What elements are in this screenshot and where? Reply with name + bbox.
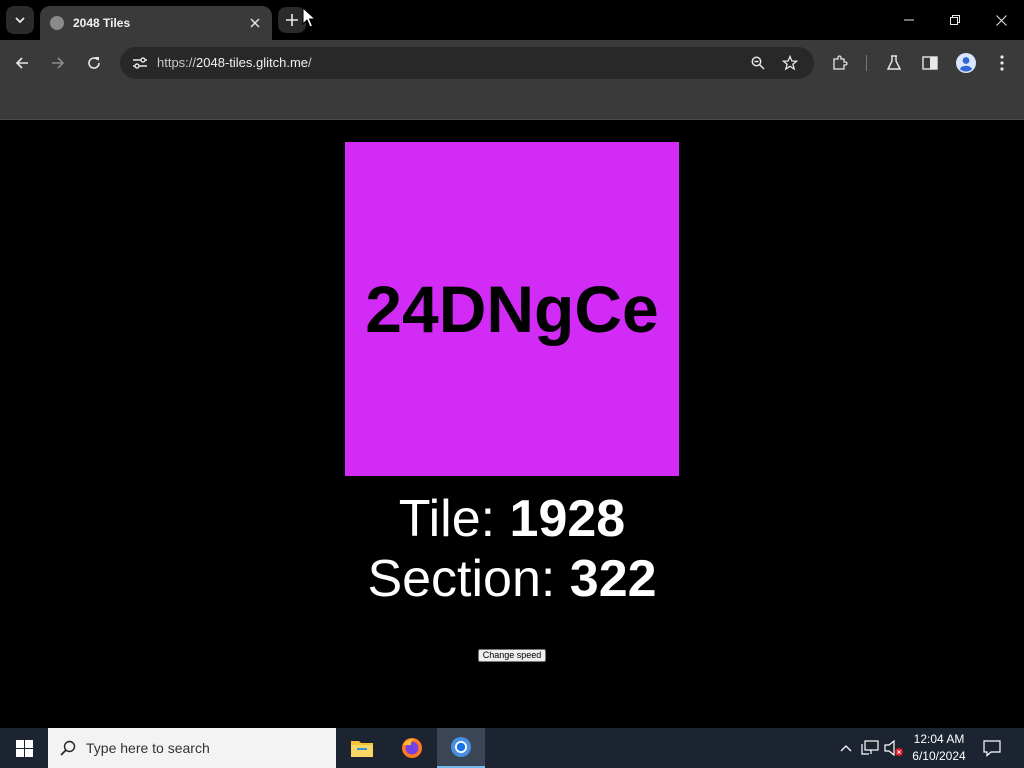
bookmark-star-button[interactable] — [778, 51, 802, 75]
plus-icon — [286, 14, 298, 26]
forward-icon — [52, 57, 65, 69]
site-info-button[interactable] — [128, 51, 152, 75]
forward-button[interactable] — [44, 49, 72, 77]
taskbar-clock[interactable]: 12:04 AM 6/10/2024 — [904, 731, 974, 765]
more-icon — [1000, 55, 1004, 71]
url-scheme: https:// — [157, 55, 197, 70]
tile-card: 24DNgCe — [345, 142, 679, 476]
side-panel-icon — [922, 56, 938, 70]
zoom-icon — [751, 56, 765, 70]
tab-title: 2048 Tiles — [73, 16, 131, 30]
tile-text: 24DNgCe — [365, 272, 659, 346]
window-close-icon — [995, 14, 1007, 26]
page-viewport: 24DNgCe Tile: 1928 Section: 322 Change s… — [0, 121, 1024, 728]
tray-overflow-button[interactable] — [836, 738, 856, 758]
clock-time: 12:04 AM — [913, 732, 965, 746]
zoom-button[interactable] — [746, 51, 770, 75]
back-icon — [15, 57, 28, 69]
notification-icon — [983, 740, 1001, 757]
close-icon — [250, 18, 260, 28]
address-bar[interactable]: https://2048-tiles.glitch.me/ — [120, 47, 814, 79]
reload-icon — [88, 57, 100, 69]
browser-toolbar: https://2048-tiles.glitch.me/ — [0, 40, 1024, 86]
toolbar-divider — [866, 55, 867, 71]
section-number-line: Section: 322 — [0, 549, 1024, 609]
url-text: https://2048-tiles.glitch.me/ — [157, 55, 312, 70]
volume-button[interactable] — [884, 738, 904, 758]
minimize-icon — [904, 19, 914, 21]
tab-search-button[interactable] — [6, 6, 34, 34]
taskbar-chrome[interactable] — [437, 728, 485, 768]
star-icon — [782, 55, 798, 71]
globe-icon — [50, 16, 64, 30]
mouse-cursor-icon — [302, 7, 316, 28]
reload-button[interactable] — [80, 49, 108, 77]
taskbar-firefox[interactable] — [388, 728, 436, 768]
more-menu-button[interactable] — [988, 49, 1016, 77]
labs-button[interactable] — [880, 49, 908, 77]
side-panel-button[interactable] — [916, 49, 944, 77]
extensions-button[interactable] — [826, 49, 854, 77]
section-number: 322 — [569, 550, 657, 608]
change-speed-button[interactable]: Change speed — [478, 649, 546, 662]
profile-icon — [956, 53, 976, 73]
extensions-icon — [833, 55, 848, 70]
url-host: 2048-tiles.glitch.me — [196, 55, 309, 70]
taskbar-search-box[interactable]: Type here to search — [48, 728, 336, 768]
back-button[interactable] — [8, 49, 36, 77]
tile-number: 1928 — [509, 490, 626, 548]
clock-date: 6/10/2024 — [912, 749, 966, 763]
labs-icon — [887, 55, 901, 70]
tab-2048-tiles[interactable]: 2048 Tiles — [40, 6, 272, 40]
notifications-button[interactable] — [980, 736, 1004, 760]
bookmarks-bar — [0, 86, 1024, 120]
start-button[interactable] — [0, 728, 48, 768]
windows-logo-icon — [15, 739, 33, 757]
chevron-up-icon — [840, 745, 852, 752]
network-button[interactable] — [860, 738, 880, 758]
tile-label: Tile: — [398, 490, 510, 548]
restore-button[interactable] — [932, 0, 978, 40]
site-info-icon — [133, 57, 147, 69]
window-close-button[interactable] — [978, 0, 1024, 40]
tab-strip: 2048 Tiles — [0, 0, 1024, 40]
search-placeholder: Type here to search — [86, 740, 210, 756]
file-explorer-icon — [351, 741, 373, 757]
section-label: Section: — [367, 550, 570, 608]
network-icon — [861, 740, 879, 755]
profile-button[interactable] — [952, 49, 980, 77]
firefox-icon — [402, 738, 422, 758]
minimize-button[interactable] — [886, 0, 932, 40]
windows-taskbar: Type here to search 12:04 AM 6/10/2024 — [0, 728, 1024, 768]
volume-muted-icon — [884, 739, 903, 757]
chrome-icon — [451, 737, 471, 757]
search-icon — [60, 740, 76, 756]
restore-icon — [950, 15, 960, 25]
url-path: / — [308, 55, 312, 70]
tile-number-line: Tile: 1928 — [0, 489, 1024, 549]
tab-close-button[interactable] — [246, 14, 264, 32]
taskbar-file-explorer[interactable] — [338, 728, 386, 768]
tab-search-icon — [15, 17, 25, 24]
